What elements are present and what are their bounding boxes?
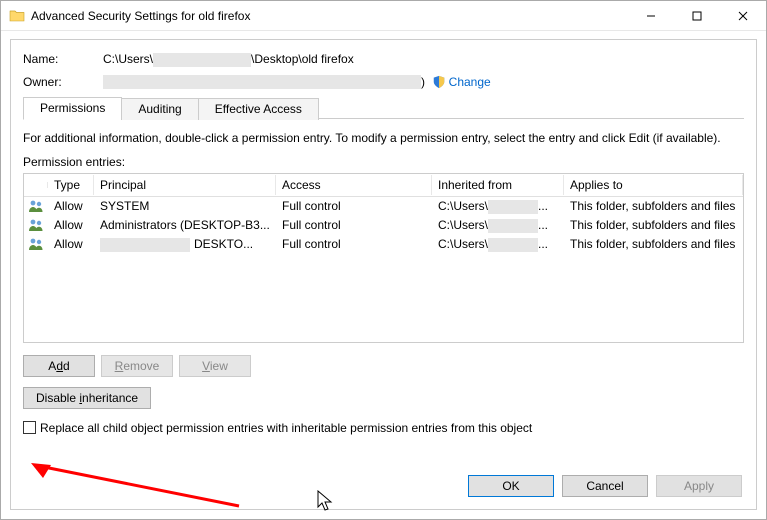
permission-list: Type Principal Access Inherited from App… [23,173,744,343]
table-row[interactable]: AllowAdministrators (DESKTOP-B3...Full c… [24,216,743,235]
cell-access: Full control [276,215,432,235]
cell-type: Allow [48,196,94,216]
maximize-button[interactable] [674,1,720,30]
change-owner-link[interactable]: Change [449,75,491,89]
principal-icon [24,196,48,216]
tabs: Permissions Auditing Effective Access [23,97,744,119]
principal-icon [24,215,48,235]
cell-principal: Administrators (DESKTOP-B3... [94,215,276,235]
cell-applies: This folder, subfolders and files [564,215,743,235]
column-access[interactable]: Access [276,175,432,195]
ok-button[interactable]: OK [468,475,554,497]
cell-principal: SYSTEM [94,196,276,216]
cell-inherited: C:\Users\... [432,234,564,255]
cell-inherited: C:\Users\... [432,196,564,217]
column-type[interactable]: Type [48,175,94,195]
column-inherited[interactable]: Inherited from [432,175,564,195]
tab-effective-access[interactable]: Effective Access [198,98,319,120]
owner-label: Owner: [23,75,103,89]
replace-children-label: Replace all child object permission entr… [40,421,532,435]
minimize-button[interactable] [628,1,674,30]
cell-type: Allow [48,234,94,254]
tab-auditing[interactable]: Auditing [121,98,198,120]
add-button[interactable]: Add [23,355,95,377]
column-applies[interactable]: Applies to [564,175,743,195]
info-text: For additional information, double-click… [23,131,744,145]
cell-type: Allow [48,215,94,235]
cell-access: Full control [276,196,432,216]
main-panel: Name: C:\Users\\Desktop\old firefox Owne… [10,39,757,510]
cell-applies: This folder, subfolders and files [564,196,743,216]
cancel-button[interactable]: Cancel [562,475,648,497]
replace-children-checkbox[interactable] [23,421,36,434]
owner-value: ) Change [103,75,491,89]
view-button: View [179,355,251,377]
table-row[interactable]: AllowSYSTEMFull controlC:\Users\...This … [24,197,743,216]
column-principal[interactable]: Principal [94,175,276,195]
cell-applies: This folder, subfolders and files [564,234,743,254]
cell-principal: DESKTO... [94,234,276,255]
window-title: Advanced Security Settings for old firef… [31,9,628,23]
cell-access: Full control [276,234,432,254]
table-row[interactable]: AllowDESKTO...Full controlC:\Users\...Th… [24,235,743,254]
tab-permissions[interactable]: Permissions [23,97,122,120]
name-value: C:\Users\\Desktop\old firefox [103,52,354,67]
shield-icon [432,75,446,89]
permission-entries-label: Permission entries: [23,155,744,169]
folder-icon [9,8,25,24]
close-button[interactable] [720,1,766,30]
name-label: Name: [23,52,103,66]
permission-list-header: Type Principal Access Inherited from App… [24,174,743,197]
cell-inherited: C:\Users\... [432,215,564,236]
window-controls [628,1,766,30]
principal-icon [24,234,48,254]
disable-inheritance-button[interactable]: Disable inheritance [23,387,151,409]
remove-button: Remove [101,355,173,377]
apply-button: Apply [656,475,742,497]
titlebar: Advanced Security Settings for old firef… [1,1,766,31]
